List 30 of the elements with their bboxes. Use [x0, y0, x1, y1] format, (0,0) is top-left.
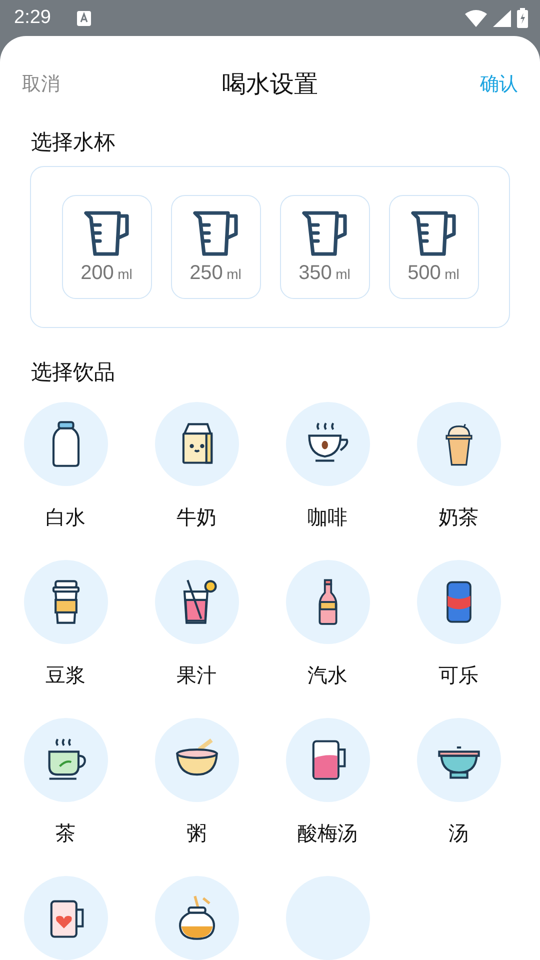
measuring-cup-icon — [410, 210, 458, 258]
cup-option[interactable]: 250 ml — [170, 195, 260, 299]
measuring-cup-icon — [192, 210, 240, 258]
measuring-cup-icon — [82, 210, 130, 258]
cup-option[interactable]: 200 ml — [62, 195, 152, 299]
drink-label: 汤 — [448, 820, 468, 847]
cup-option[interactable]: 500 ml — [388, 195, 478, 299]
page-title: 喝水设置 — [222, 69, 318, 100]
drink-label: 咖啡 — [308, 504, 348, 531]
section-title: 选择水杯 — [30, 129, 116, 156]
cup-option[interactable]: 350 ml — [280, 195, 370, 299]
drink-label: 果汁 — [176, 662, 216, 689]
measuring-cup-icon — [300, 210, 348, 258]
keyboard-indicator-icon — [76, 10, 91, 26]
status-time: 2:29 — [14, 7, 51, 29]
section-title: 选择饮品 — [30, 359, 116, 386]
drink-label: 牛奶 — [176, 504, 216, 531]
battery-icon — [517, 8, 528, 28]
drink-label: 可乐 — [438, 662, 478, 689]
signal-icon — [493, 10, 511, 26]
drink-label: 酸梅汤 — [298, 820, 358, 847]
confirm-button[interactable]: 确认 — [480, 71, 518, 97]
drink-label: 白水 — [46, 504, 86, 531]
drink-label: 奶茶 — [438, 504, 478, 531]
drink-label: 粥 — [186, 820, 206, 847]
wifi-icon — [465, 10, 487, 26]
cancel-button[interactable]: 取消 — [22, 71, 60, 97]
drink-label: 豆浆 — [46, 662, 86, 689]
drink-label: 茶 — [56, 820, 76, 847]
drink-label: 汽水 — [308, 662, 348, 689]
